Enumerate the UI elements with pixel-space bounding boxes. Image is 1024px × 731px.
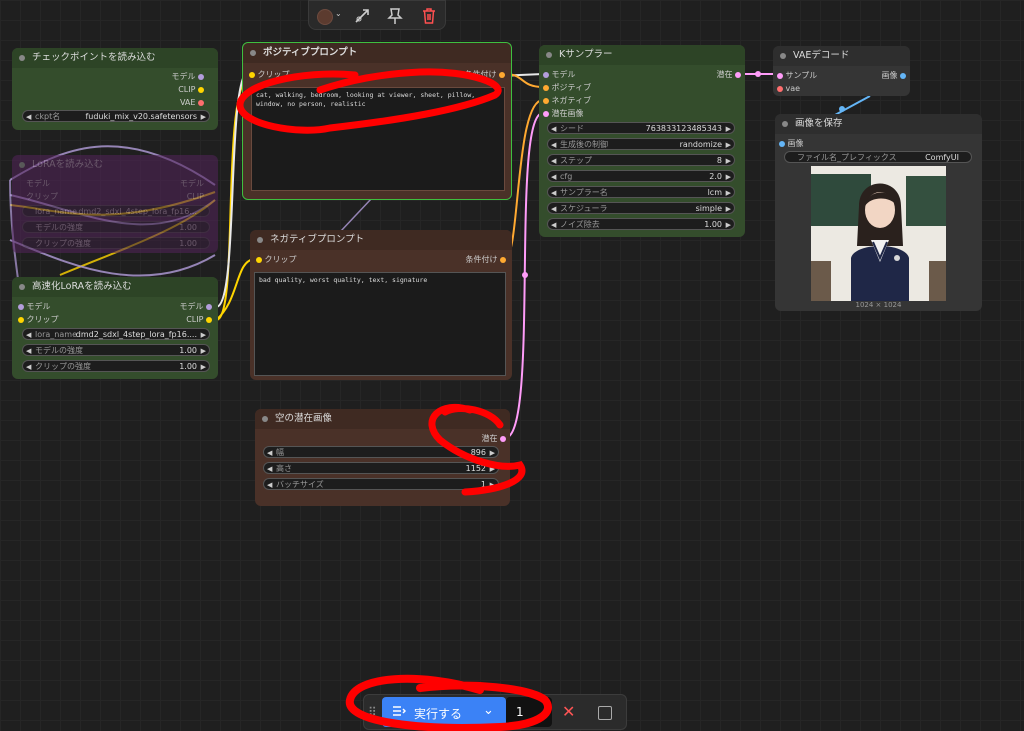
cfg-widget[interactable]: ◀ cfg 2.0 ▶	[547, 170, 735, 182]
lora-name-widget[interactable]: lora_name dmd2_sdxl_4step_lora_fp16...	[22, 205, 210, 217]
input-model[interactable]: モデル	[543, 69, 576, 80]
node-title: 画像を保存	[775, 114, 982, 134]
input-negative[interactable]: ネガティブ	[543, 95, 591, 106]
pin-icon[interactable]	[387, 7, 403, 28]
model-strength-widget[interactable]: ◀ モデルの強度 1.00 ▶	[22, 344, 210, 356]
scheduler-widget[interactable]: ◀ スケジューラ simple ▶	[547, 202, 735, 214]
width-widget[interactable]: ◀ 幅 896 ▶	[263, 446, 499, 458]
node-title: ネガティブプロンプト	[250, 230, 512, 250]
output-clip[interactable]: CLIP	[186, 314, 212, 325]
denoise-widget[interactable]: ◀ ノイズ除去 1.00 ▶	[547, 218, 735, 230]
close-icon[interactable]: ✕	[562, 702, 575, 721]
lora-loader-node-faded[interactable]: LoRAを読み込む モデル クリップ モデル CLIP lora_name dmd…	[12, 155, 218, 253]
node-title: VAEデコード	[773, 46, 910, 66]
positive-prompt-node[interactable]: ポジティブプロンプト クリップ 条件付け cat, walking, bedro…	[242, 42, 512, 200]
queue-icon	[392, 704, 407, 721]
output-conditioning[interactable]: 条件付け	[465, 254, 506, 265]
output-vae[interactable]: VAE	[180, 97, 204, 108]
filename-prefix-widget[interactable]: ファイル名_プレフィックス ComfyUI	[784, 151, 972, 163]
drag-handle-icon[interactable]: ⠿	[368, 705, 377, 719]
output-model[interactable]: モデル	[180, 178, 204, 189]
vae-decode-node[interactable]: VAEデコード サンプル vae 画像	[773, 46, 910, 96]
fast-lora-loader-node[interactable]: 高速化LoRAを読み込む モデル クリップ モデル CLIP ◀ lora_nam…	[12, 277, 218, 379]
node-title: 空の潜在画像	[255, 409, 510, 429]
input-vae[interactable]: vae	[777, 83, 800, 94]
lora-name-widget[interactable]: ◀ lora_name dmd2_sdxl_4step_lora_fp16.... ▶	[22, 328, 210, 340]
steps-widget[interactable]: ◀ ステップ 8 ▶	[547, 154, 735, 166]
negative-prompt-node[interactable]: ネガティブプロンプト クリップ 条件付け bad quality, worst …	[250, 230, 512, 380]
input-latent[interactable]: 潜在画像	[543, 108, 584, 119]
ckpt-name-widget[interactable]: ◀ ckpt名 fuduki_mix_v20.safetensors ▶	[22, 110, 210, 122]
input-samples[interactable]: サンプル	[777, 70, 817, 81]
generated-image-preview[interactable]	[811, 166, 946, 301]
seed-widget[interactable]: ◀ シード 763833123485343 ▶	[547, 122, 735, 134]
output-conditioning[interactable]: 条件付け	[464, 69, 505, 80]
input-clip[interactable]: クリップ	[256, 254, 297, 265]
output-latent[interactable]: 潜在	[716, 69, 741, 80]
chevron-down-icon: ⌄	[335, 9, 342, 18]
checkbox-icon[interactable]	[598, 706, 612, 720]
output-clip[interactable]: CLIP	[178, 84, 204, 95]
output-clip[interactable]: CLIP	[187, 191, 204, 202]
trash-icon[interactable]	[421, 7, 437, 28]
output-model[interactable]: モデル	[179, 301, 212, 312]
node-title: チェックポイントを読み込む	[12, 48, 218, 68]
control-after-generate-widget[interactable]: ◀ 生成後の制御 randomize ▶	[547, 138, 735, 150]
prompt-text-area[interactable]: cat, walking, bedroom, looking at viewer…	[251, 87, 505, 191]
input-clip[interactable]: クリップ	[18, 314, 59, 325]
node-title: Kサンプラー	[539, 45, 745, 65]
node-title: ポジティブプロンプト	[243, 43, 511, 63]
node-title: LoRAを読み込む	[12, 155, 218, 175]
clip-strength-widget[interactable]: クリップの強度 1.00	[22, 237, 210, 249]
prompt-text-area[interactable]: bad quality, worst quality, text, signat…	[254, 272, 506, 376]
sampler-name-widget[interactable]: ◀ サンプラー名 lcm ▶	[547, 186, 735, 198]
checkpoint-loader-node[interactable]: チェックポイントを読み込む モデル CLIP VAE ◀ ckpt名 fuduki…	[12, 48, 218, 130]
node-toolbar: ⌄	[308, 0, 446, 30]
input-clip[interactable]: クリップ	[249, 69, 290, 80]
input-model[interactable]: モデル	[26, 178, 50, 189]
color-circle-icon	[317, 9, 333, 25]
bypass-icon[interactable]	[353, 7, 371, 28]
output-image[interactable]: 画像	[881, 70, 906, 81]
color-picker-button[interactable]: ⌄	[315, 7, 343, 25]
image-size-label: 1024 × 1024	[855, 301, 902, 309]
node-title: 高速化LoRAを読み込む	[12, 277, 218, 297]
input-model[interactable]: モデル	[18, 301, 51, 312]
ksampler-node[interactable]: Kサンプラー モデル ポジティブ ネガティブ 潜在画像 潜在 ◀ シード 76383…	[539, 45, 745, 237]
input-clip[interactable]: クリップ	[26, 191, 58, 202]
model-strength-widget[interactable]: モデルの強度 1.00	[22, 221, 210, 233]
run-options-dropdown[interactable]: ⌄	[474, 697, 506, 727]
input-positive[interactable]: ポジティブ	[543, 82, 591, 93]
save-image-node[interactable]: 画像を保存 画像 ファイル名_プレフィックス ComfyUI 1024 × 102…	[775, 114, 982, 311]
output-latent[interactable]: 潜在	[481, 433, 506, 444]
batch-size-widget[interactable]: ◀ バッチサイズ 1 ▶	[263, 478, 499, 490]
queue-bar: ⠿ 実行する ⌄ 1 ✕	[363, 694, 627, 730]
batch-count-input[interactable]: 1	[506, 697, 552, 727]
portrait-photo	[811, 166, 946, 301]
chevron-down-icon: ⌄	[483, 703, 494, 718]
input-images[interactable]: 画像	[779, 138, 804, 149]
run-label: 実行する	[414, 707, 463, 721]
height-widget[interactable]: ◀ 高さ 1152 ▶	[263, 462, 499, 474]
clip-strength-widget[interactable]: ◀ クリップの強度 1.00 ▶	[22, 360, 210, 372]
empty-latent-node[interactable]: 空の潜在画像 潜在 ◀ 幅 896 ▶ ◀ 高さ 1152 ▶ ◀ バッチサイズ 1 ▶	[255, 409, 510, 506]
output-model[interactable]: モデル	[171, 71, 204, 82]
